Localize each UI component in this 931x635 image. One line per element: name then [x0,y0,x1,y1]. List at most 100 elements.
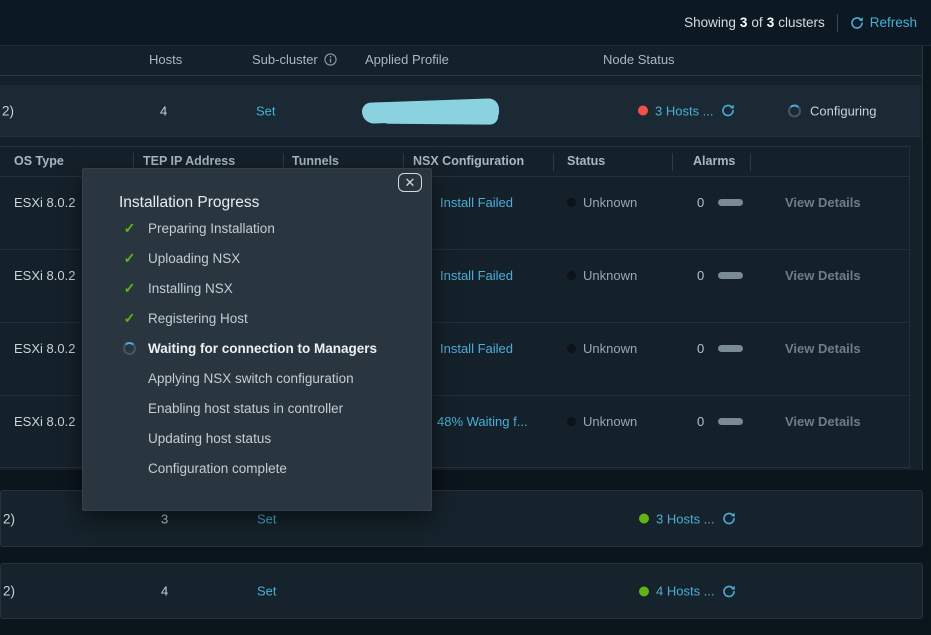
host-os-type: ESXi 8.0.2 [14,414,75,429]
status-unknown-dot [567,271,576,280]
install-step: ✓ Preparing Installation [121,213,417,243]
node-status-link[interactable]: 4 Hosts ... [656,584,715,599]
cluster-hosts-count: 4 [160,103,167,118]
install-step: Enabling host status in controller [121,393,417,423]
host-os-type: ESXi 8.0.2 [14,268,75,283]
close-icon[interactable]: ✕ [398,173,422,192]
status-unknown-dot [567,344,576,353]
node-status-refresh-icon[interactable] [722,512,736,526]
cluster-hosts-count: 4 [161,584,168,599]
install-step: Updating host status [121,423,417,453]
sub-cluster-label: Sub-cluster [252,52,318,67]
step-label: Updating host status [148,431,271,446]
step-label: Installing NSX [148,281,233,296]
node-status-link[interactable]: 3 Hosts ... [655,103,714,118]
showing-prefix: Showing [684,15,736,30]
node-status-group: 4 Hosts ... [639,584,736,599]
view-details-button[interactable]: View Details [785,341,861,356]
cluster-table-header: Hosts Sub-cluster Applied Profile Node S… [0,46,922,76]
alarms-count: 0 [697,414,704,429]
step-label: Uploading NSX [148,251,240,266]
cluster-row-collapsed: 2) 4 Set 4 Hosts ... [0,563,923,619]
alarms-count: 0 [697,195,704,210]
of-word: of [751,15,762,30]
installation-steps-list: ✓ Preparing Installation ✓ Uploading NSX… [121,213,417,483]
cluster-hosts-count: 3 [161,511,168,526]
column-hosts: Hosts [149,52,182,67]
check-icon: ✓ [121,250,138,267]
column-separator [672,153,673,171]
node-status-success-dot [639,586,649,596]
column-nsx-configuration: NSX Configuration [413,154,524,168]
refresh-button[interactable]: Refresh [850,15,917,30]
installation-progress-popup: ✕ Installation Progress ✓ Preparing Inst… [82,168,432,511]
nsx-progress-label: 48% Waiting f... [437,414,528,429]
alarms-count: 0 [697,268,704,283]
cluster-name-truncated[interactable]: 2) [3,584,15,599]
step-label: Enabling host status in controller [148,401,343,416]
sub-cluster-set-link[interactable]: Set [257,511,277,526]
nsx-configuration-link[interactable]: Install Failed [440,195,513,210]
node-status-group: 3 Hosts ... [639,511,736,526]
install-step: Applying NSX switch configuration [121,363,417,393]
configuring-status: Configuring [788,103,877,118]
clusters-word: clusters [778,15,825,30]
alarms-cell: 0 [697,414,743,429]
status-label: Unknown [583,195,637,210]
status-unknown-dot [567,417,576,426]
install-step-active: Waiting for connection to Managers [121,333,417,363]
column-node-status: Node Status [603,52,675,67]
column-os-type: OS Type [14,154,64,168]
cluster-name-truncated[interactable]: 2) [2,103,14,118]
column-sub-cluster: Sub-cluster [252,52,337,67]
top-toolbar: Showing 3 of 3 clusters Refresh [0,0,931,46]
view-details-button[interactable]: View Details [785,414,861,429]
host-status: Unknown [567,414,637,429]
install-step: ✓ Registering Host [121,303,417,333]
host-status: Unknown [567,341,637,356]
alarms-count: 0 [697,341,704,356]
alarms-cell: 0 [697,195,743,210]
view-details-button[interactable]: View Details [785,268,861,283]
host-os-type: ESXi 8.0.2 [14,341,75,356]
info-icon[interactable] [324,53,337,66]
column-separator [553,153,554,171]
install-step: ✓ Installing NSX [121,273,417,303]
cluster-name-truncated[interactable]: 2) [3,511,15,526]
total-count: 3 [767,15,775,30]
alarm-trend-icon [718,272,743,279]
toolbar-divider [837,14,838,32]
spinner-icon [121,342,138,355]
showing-clusters-text: Showing 3 of 3 clusters [684,15,825,30]
check-icon: ✓ [121,220,138,237]
node-status-error-dot [638,106,648,116]
host-os-type: ESXi 8.0.2 [14,195,75,210]
view-details-button[interactable]: View Details [785,195,861,210]
sub-cluster-set-link[interactable]: Set [257,584,277,599]
column-tep-ip: TEP IP Address [143,154,235,168]
check-icon: ✓ [121,280,138,297]
step-label: Preparing Installation [148,221,275,236]
node-status-refresh-icon[interactable] [721,104,735,118]
column-separator [750,153,751,171]
redaction-scribble [362,98,500,124]
column-alarms: Alarms [693,154,735,168]
status-label: Unknown [583,414,637,429]
nsx-configuration-link[interactable]: Install Failed [440,341,513,356]
step-label: Applying NSX switch configuration [148,371,354,386]
sub-cluster-set-link[interactable]: Set [256,103,276,118]
column-status: Status [567,154,605,168]
status-unknown-dot [567,198,576,207]
configuring-spinner-icon [788,104,801,117]
node-status-link[interactable]: 3 Hosts ... [656,511,715,526]
status-label: Unknown [583,341,637,356]
node-status-success-dot [639,514,649,524]
cluster-row-expanded: 2) 4 Set 3 Hosts ... Configuring [0,85,921,137]
node-status-refresh-icon[interactable] [722,584,736,598]
nsx-configuration-link[interactable]: Install Failed [440,268,513,283]
install-step: Configuration complete [121,453,417,483]
alarm-trend-icon [718,345,743,352]
column-tunnels: Tunnels [292,154,339,168]
nsx-configuration-progress-link[interactable]: 48% Waiting f... [418,414,528,429]
alarms-cell: 0 [697,268,743,283]
